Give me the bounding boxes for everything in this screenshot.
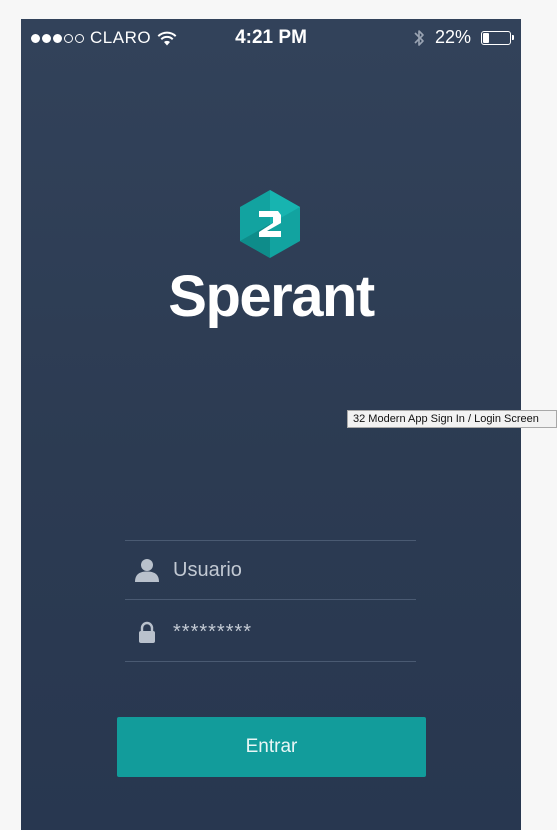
field-divider — [125, 661, 416, 662]
status-bar: CLARO 4:21 PM 22% — [21, 19, 521, 59]
password-input[interactable]: ********* — [173, 621, 252, 644]
lock-icon — [127, 621, 167, 643]
bluetooth-icon — [414, 29, 424, 46]
login-button[interactable]: Entrar — [117, 717, 426, 777]
password-field[interactable]: ********* — [125, 603, 416, 661]
tooltip: 32 Modern App Sign In / Login Screen — [347, 410, 557, 428]
brand-name: Sperant — [168, 264, 375, 329]
battery-percentage: 22% — [434, 27, 471, 47]
username-field[interactable] — [125, 541, 416, 599]
status-right: 22% — [413, 27, 514, 48]
field-divider — [125, 599, 416, 600]
user-icon — [127, 558, 167, 582]
username-input[interactable] — [173, 558, 403, 582]
sperant-logo-icon — [240, 190, 300, 258]
battery-icon — [481, 30, 514, 45]
battery-level-fill — [483, 32, 489, 43]
